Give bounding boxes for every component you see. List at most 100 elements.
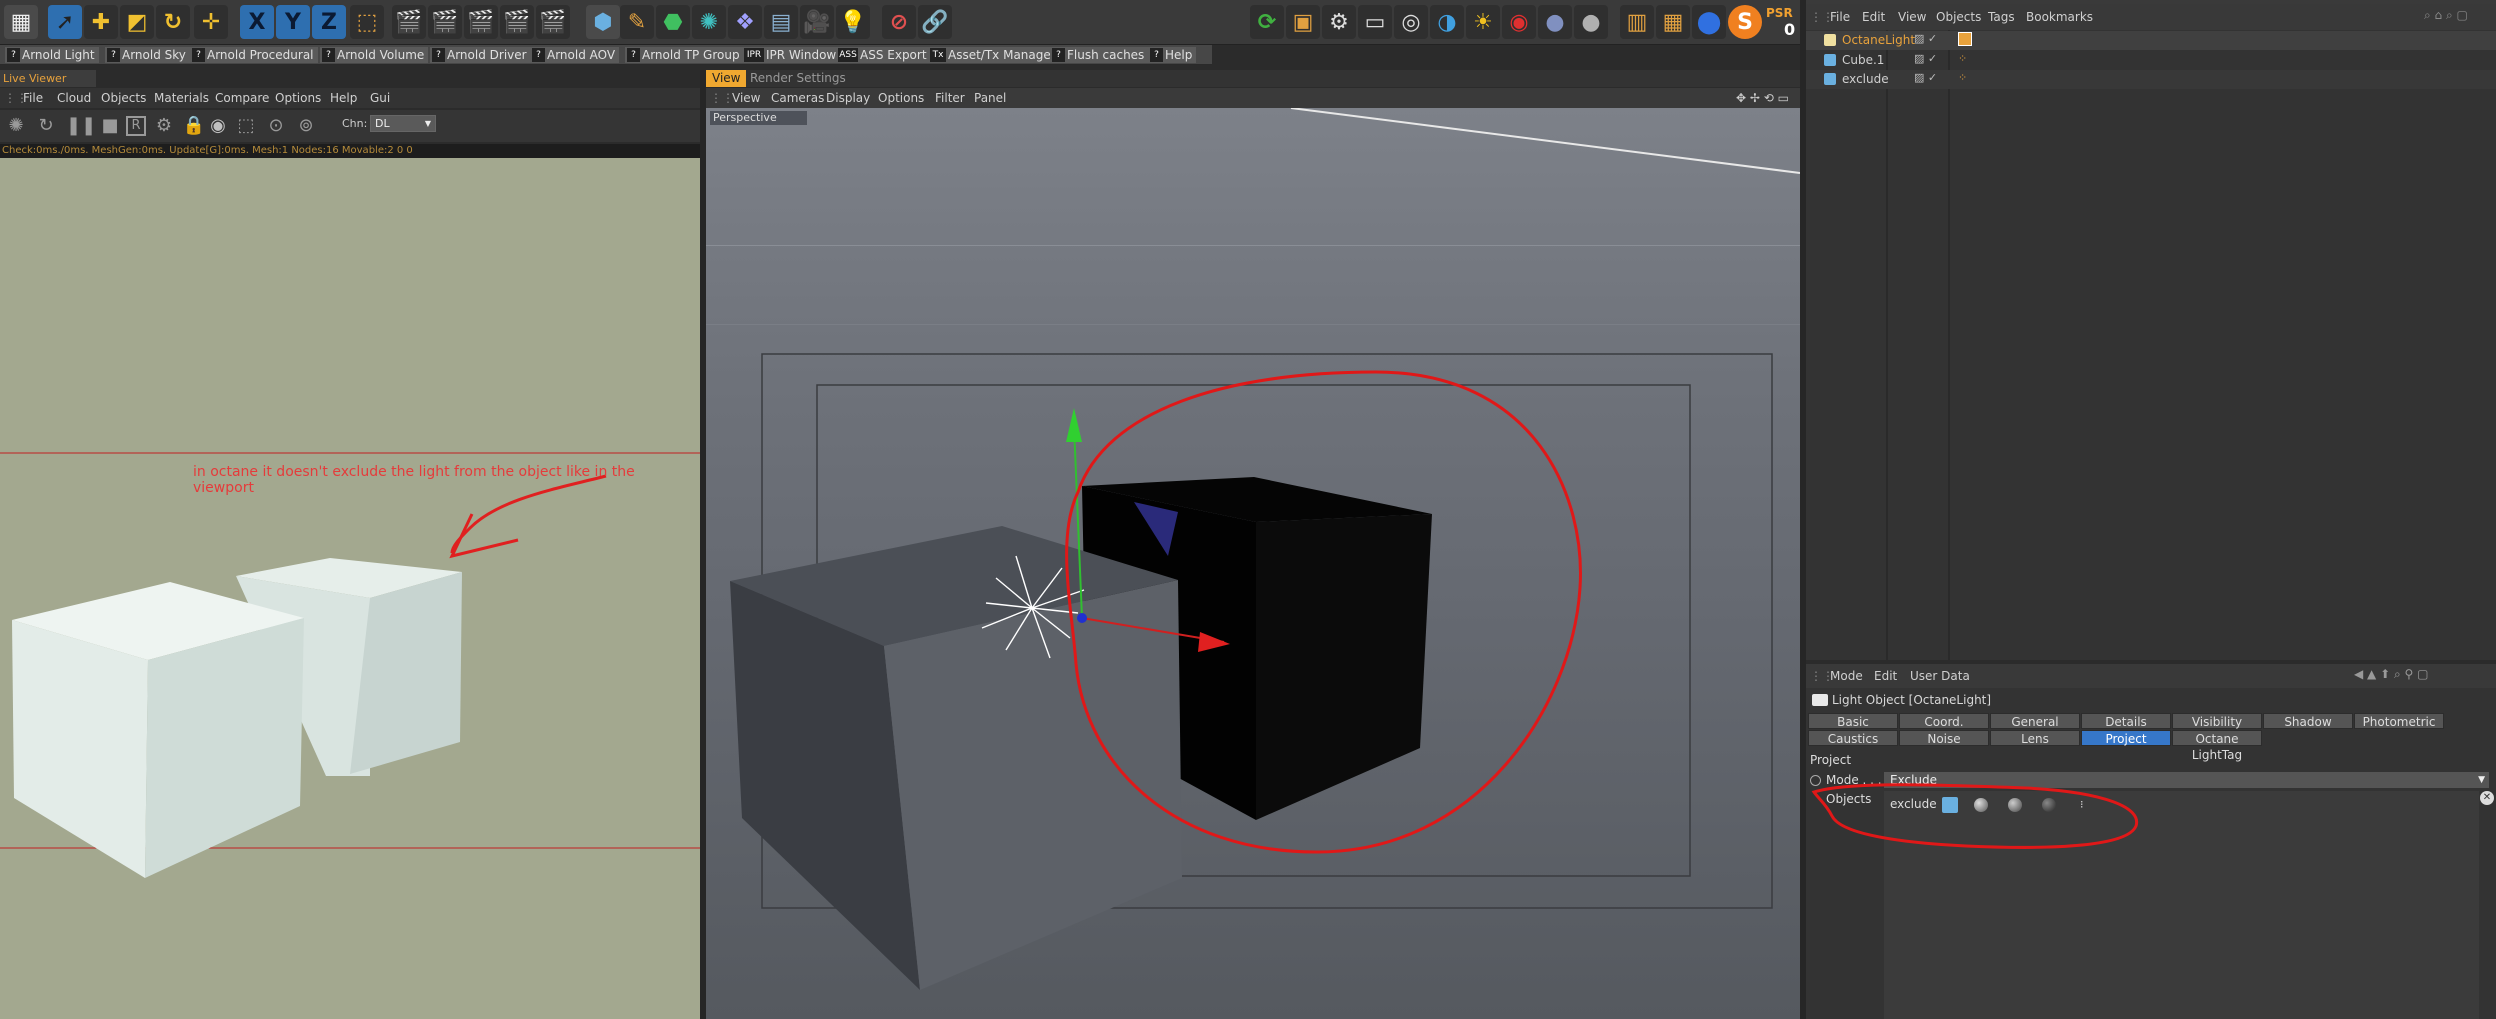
undo-icon[interactable]: ▦ — [4, 5, 38, 39]
tab-shadow[interactable]: Shadow — [2263, 713, 2353, 729]
viewport-navigation-icons[interactable]: ✥ ✢ ⟲ ▭ — [1736, 91, 1789, 105]
pick-focus-icon[interactable]: ⊙ — [264, 115, 288, 137]
arnold-driver-button[interactable]: ? Arnold Driver — [430, 47, 531, 63]
octane-render-output[interactable]: in octane it doesn't exclude the light f… — [0, 158, 700, 1019]
plugin-molecule-icon[interactable]: ⬤ — [1692, 5, 1726, 39]
object-row-exclude[interactable]: exclude ▨ ✓ ⁘ — [1806, 70, 2496, 89]
object-row-cube[interactable]: Cube.1 ▨ ✓ ⁘ — [1806, 51, 2496, 70]
tab-visibility[interactable]: Visibility — [2172, 713, 2262, 729]
om-menu-objects[interactable]: Objects — [1936, 10, 1981, 24]
deformer-icon[interactable]: ❖ — [728, 5, 762, 39]
lv-menu-objects[interactable]: Objects — [101, 91, 146, 105]
asset-tx-manager-button[interactable]: Tx Asset/Tx Manager — [928, 47, 1060, 63]
arnold-sky-button[interactable]: ? Arnold Sky — [105, 47, 190, 63]
settings-gear-icon[interactable]: ⚙ — [152, 115, 176, 137]
lock-icon[interactable]: 🔒 — [182, 115, 206, 137]
octane-box-icon[interactable]: ▣ — [1286, 5, 1320, 39]
z-axis-button[interactable]: Z — [312, 5, 346, 39]
am-menu-edit[interactable]: Edit — [1874, 669, 1897, 683]
phong-tag-icon[interactable]: ⁘ — [1958, 52, 1967, 65]
om-menu-edit[interactable]: Edit — [1862, 10, 1885, 24]
tab-render-settings[interactable]: Render Settings — [744, 70, 852, 87]
vp-menu-cameras[interactable]: Cameras — [771, 91, 824, 105]
plugin-s-icon[interactable]: S — [1728, 5, 1762, 39]
octane-sphere-icon[interactable]: ● — [1538, 5, 1572, 39]
snap-icon[interactable]: ⊘ — [882, 5, 916, 39]
octane-settings-icon[interactable]: ⚙ — [1322, 5, 1356, 39]
octane-target-icon[interactable]: ◎ — [1394, 5, 1428, 39]
zoom-icon[interactable]: ⬚ — [234, 115, 258, 137]
live-viewer-tab[interactable]: Live Viewer 3.05.3 — [0, 70, 96, 102]
octane-camera-icon[interactable]: ◉ — [1502, 5, 1536, 39]
am-nav-icons[interactable]: ◀ ▲ ⬆ ⌕ ⚲ ▢ — [2354, 667, 2428, 682]
floor-icon[interactable]: ▤ — [764, 5, 798, 39]
ipr-window-button[interactable]: IPR IPR Window — [742, 47, 841, 63]
help-button[interactable]: ? Help — [1148, 47, 1197, 63]
array-icon[interactable]: ✺ — [692, 5, 726, 39]
visibility-toggle-icon[interactable]: ▨ ✓ — [1914, 52, 1937, 65]
scene-icon[interactable]: ▥ — [1620, 5, 1654, 39]
tab-basic[interactable]: Basic — [1808, 713, 1898, 729]
vp-menu-view[interactable]: View — [732, 91, 760, 105]
lv-menu-compare[interactable]: Compare — [215, 91, 269, 105]
render-settings-icon[interactable]: 🎬 — [536, 5, 570, 39]
om-menu-tags[interactable]: Tags — [1988, 10, 2015, 24]
tab-noise[interactable]: Noise — [1899, 730, 1989, 746]
lv-menu-cloud[interactable]: Cloud — [57, 91, 91, 105]
arnold-procedural-button[interactable]: ? Arnold Procedural — [190, 47, 318, 63]
x-axis-button[interactable]: X — [240, 5, 274, 39]
arnold-tp-group-button[interactable]: ? Arnold TP Group — [625, 47, 744, 63]
light-icon[interactable]: 💡 — [836, 5, 870, 39]
octane-material-icon[interactable]: ● — [1574, 5, 1608, 39]
object-row-octanelight[interactable]: OctaneLight ▨ ✓ — [1806, 31, 2496, 50]
remove-item-icon[interactable]: ✕ — [2480, 791, 2494, 805]
y-axis-button[interactable]: Y — [276, 5, 310, 39]
pen-icon[interactable]: ✎ — [620, 5, 654, 39]
send-scene-icon[interactable]: ✺ — [4, 115, 28, 137]
coordinate-system-icon[interactable]: ⬚ — [350, 5, 384, 39]
vp-menu-filter[interactable]: Filter — [935, 91, 965, 105]
tab-octane-lighttag[interactable]: Octane LightTag — [2172, 730, 2262, 762]
tab-project[interactable]: Project — [2081, 730, 2171, 746]
vp-menu-options[interactable]: Options — [878, 91, 924, 105]
subdivision-icon[interactable]: ⬣ — [656, 5, 690, 39]
octane-light-tag-icon[interactable] — [1958, 32, 1972, 46]
tab-details[interactable]: Details — [2081, 713, 2171, 729]
am-menu-mode[interactable]: Mode — [1830, 669, 1863, 683]
3d-viewport[interactable] — [706, 108, 1800, 1019]
octane-sun-icon[interactable]: ☀ — [1466, 5, 1500, 39]
om-menu-view[interactable]: View — [1898, 10, 1926, 24]
camera-label[interactable]: Perspective — [710, 111, 807, 125]
tab-photometric[interactable]: Photometric — [2354, 713, 2444, 729]
tab-caustics[interactable]: Caustics — [1808, 730, 1898, 746]
octane-sync-icon[interactable]: ⟳ — [1250, 5, 1284, 39]
visibility-toggle-icon[interactable]: ▨ ✓ — [1914, 32, 1937, 45]
am-menu-user-data[interactable]: User Data — [1910, 669, 1970, 683]
vp-menu-display[interactable]: Display — [826, 91, 870, 105]
render-picture-viewer-icon[interactable]: 🎬 — [464, 5, 498, 39]
visibility-toggle-icon[interactable]: ▨ ✓ — [1914, 71, 1937, 84]
material-ball-icon[interactable]: ◉ — [206, 115, 230, 137]
pause-icon[interactable]: ❚❚ — [66, 115, 96, 137]
render-queue-icon[interactable]: 🎬 — [500, 5, 534, 39]
lv-menu-materials[interactable]: Materials — [154, 91, 209, 105]
render-view-icon[interactable]: 🎬 — [428, 5, 462, 39]
cube-icon[interactable]: ⬢ — [586, 5, 620, 39]
rotate-tool-icon[interactable]: ↻ — [156, 5, 190, 39]
octane-viewer-icon[interactable]: ▭ — [1358, 5, 1392, 39]
pick-material-icon[interactable]: ⊚ — [294, 115, 318, 137]
scene-box-icon[interactable]: ▦ — [1656, 5, 1690, 39]
octane-contrast-icon[interactable]: ◑ — [1430, 5, 1464, 39]
om-menu-bookmarks[interactable]: Bookmarks — [2026, 10, 2093, 24]
vp-menu-panel[interactable]: Panel — [974, 91, 1006, 105]
lv-menu-options[interactable]: Options — [275, 91, 321, 105]
add-tool-icon[interactable]: ✛ — [194, 5, 228, 39]
move-tool-icon[interactable]: ✚ — [84, 5, 118, 39]
flush-caches-button[interactable]: ? Flush caches — [1050, 47, 1149, 63]
om-search-home-icons[interactable]: ⌕ ⌂ ⌕ ▢ — [2424, 8, 2468, 23]
camera-icon[interactable]: 🎥 — [800, 5, 834, 39]
tab-view[interactable]: View — [706, 70, 747, 87]
channel-select[interactable]: DL ▼ — [370, 115, 436, 132]
arnold-light-button[interactable]: ? Arnold Light — [5, 47, 99, 63]
lv-menu-file[interactable]: File — [23, 91, 43, 105]
